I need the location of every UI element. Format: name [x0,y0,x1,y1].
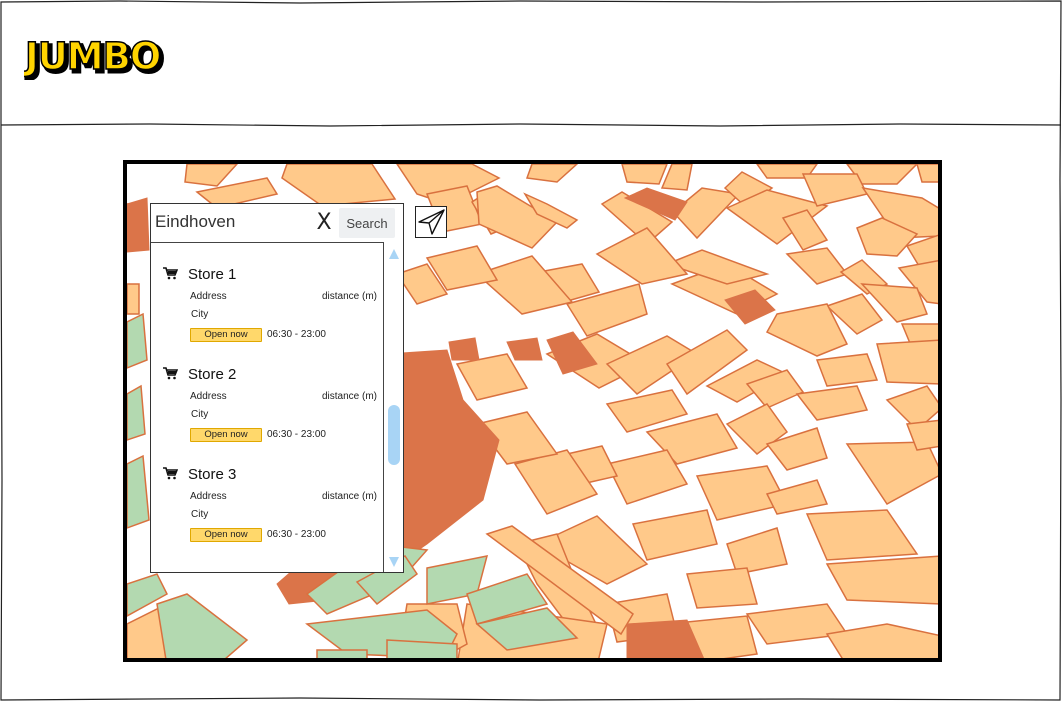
store-hours: 06:30 - 23:00 [267,429,326,440]
shopping-cart-icon [163,467,178,480]
store-list-item[interactable]: Store 3 Address distance (m) City Open n… [151,443,383,543]
store-distance: distance (m) [321,291,377,302]
store-hours: 06:30 - 23:00 [267,329,326,340]
scroll-up-arrow-icon[interactable] [388,248,400,260]
shopping-cart-icon [163,367,178,380]
open-status-badge: Open now [190,528,262,542]
open-status-badge: Open now [190,328,262,342]
store-address: Address [190,291,227,302]
store-city: City [191,309,209,320]
header: JUMBO JUMBO [0,0,1062,126]
store-name[interactable]: Store 1 [188,266,236,283]
store-list-item[interactable]: Store 2 Address distance (m) City Open n… [151,343,383,443]
clear-search-button[interactable]: X [313,208,335,238]
store-list[interactable]: Store 1 Address distance (m) City Open n… [151,242,383,573]
store-hours: 06:30 - 23:00 [267,529,326,540]
search-button[interactable]: Search [339,208,395,238]
svg-text:JUMBO: JUMBO [24,35,160,78]
store-city: City [191,409,209,420]
store-list-item[interactable]: Store 1 Address distance (m) City Open n… [151,243,383,343]
store-list-scrollbar[interactable] [383,242,403,572]
store-address: Address [190,491,227,502]
store-name[interactable]: Store 3 [188,466,236,483]
open-status-badge: Open now [190,428,262,442]
shopping-cart-icon [163,267,178,280]
store-name[interactable]: Store 2 [188,366,236,383]
store-distance: distance (m) [321,491,377,502]
locate-me-button[interactable] [415,206,447,238]
scroll-thumb[interactable] [388,405,400,466]
search-bar: X Search [151,204,403,242]
search-input[interactable] [155,208,305,236]
store-city: City [191,509,209,520]
store-search-panel: X Search Store 1 Address distance (m) Ci… [150,203,404,573]
paper-plane-icon [418,209,445,235]
jumbo-logo[interactable]: JUMBO JUMBO [24,34,204,80]
scroll-down-arrow-icon[interactable] [388,556,400,568]
store-address: Address [190,391,227,402]
store-distance: distance (m) [321,391,377,402]
